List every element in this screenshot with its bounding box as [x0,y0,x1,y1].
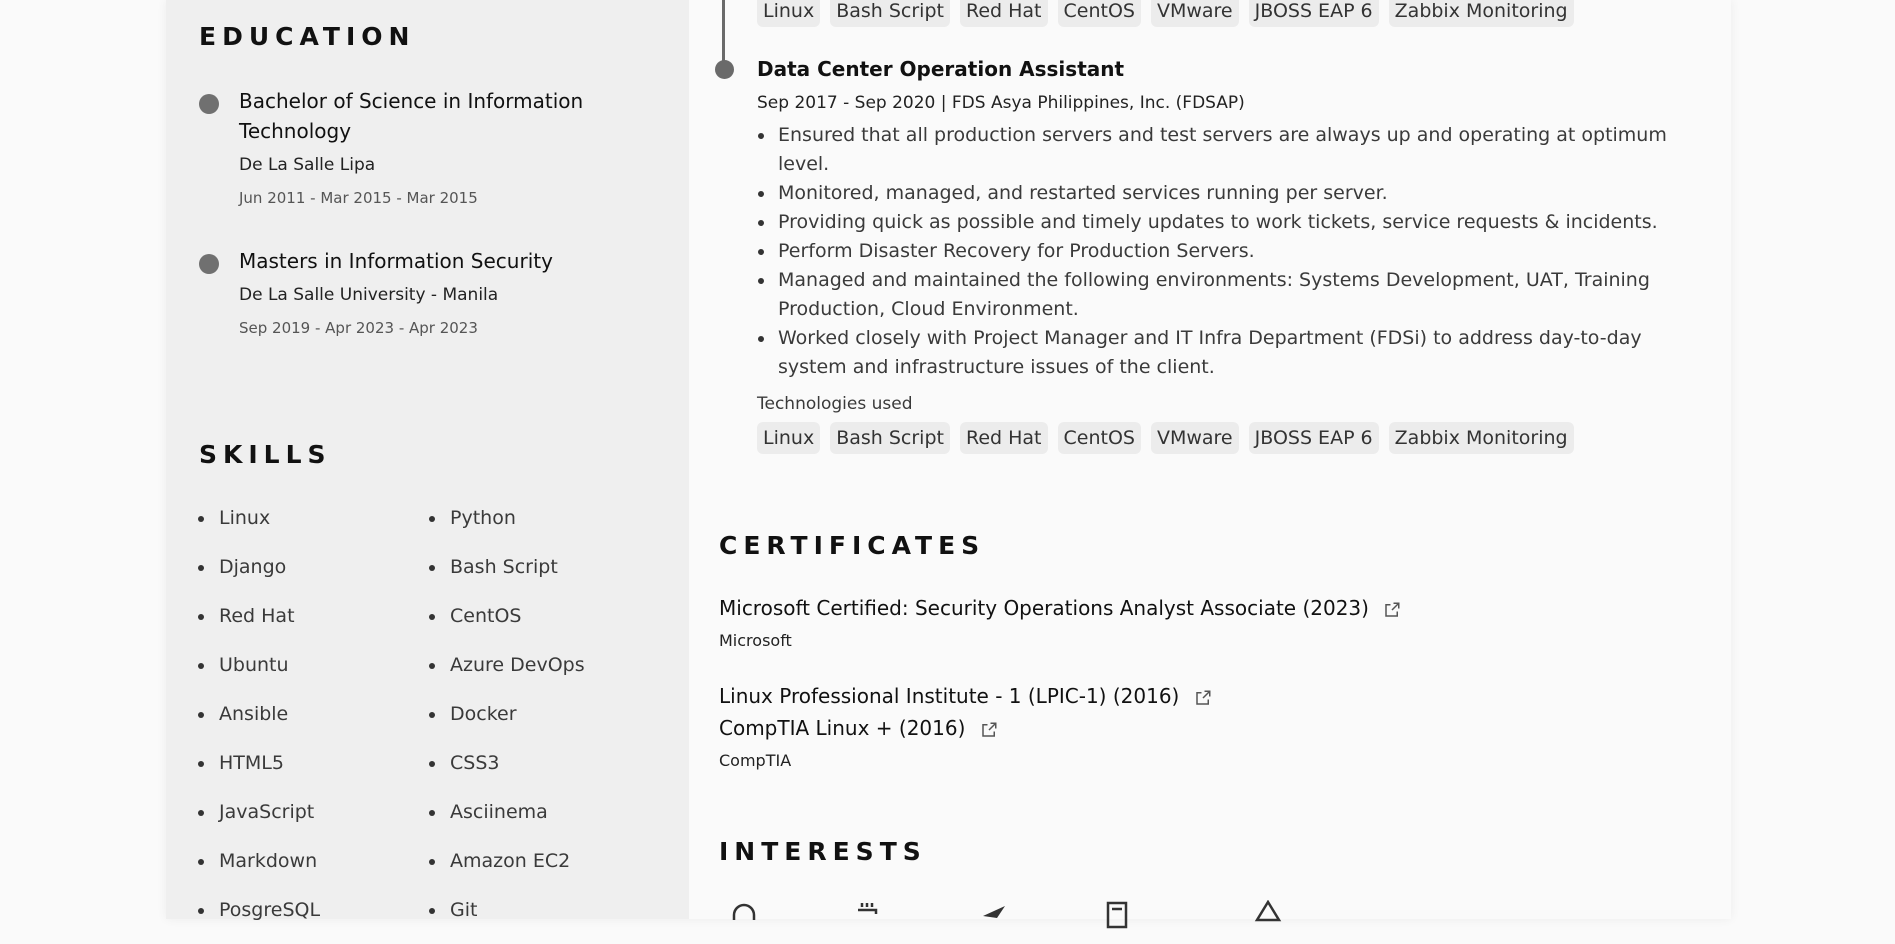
edu-school: De La Salle Lipa [239,155,376,175]
skill-item: Ansible [198,699,320,748]
interests-title: INTERESTS [719,837,927,866]
skill-item: Red Hat [198,601,320,650]
tech-tag: JBOSS EAP 6 [1248,0,1379,27]
certificate-issuer: Microsoft [719,631,792,650]
education-title: EDUCATION [199,22,416,51]
education-item: Bachelor of Science in Information Techn… [199,86,669,207]
skill-item: Git [429,895,585,944]
coffee-icon [858,903,878,914]
skill-item: JavaScript [198,797,320,846]
previous-job-tags: Linux Bash Script Red Hat CentOS VMware … [757,0,1574,27]
edu-dates: Jun 2011 - Mar 2015 - Mar 2015 [239,189,478,207]
timeline-dot [199,94,219,114]
airplane-icon [983,906,1005,918]
technologies-label: Technologies used [757,394,913,414]
certificate-name: CompTIA Linux + (2016) [719,716,966,740]
skills-list-col1: Linux Django Red Hat Ubuntu Ansible HTML… [198,503,320,944]
job-entry: Data Center Operation Assistant Sep 2017… [757,54,1707,454]
certificate-link[interactable]: CompTIA Linux + (2016) [719,716,998,740]
tech-tag: Linux [757,0,821,27]
tech-tag: Red Hat [959,422,1048,454]
edu-degree: Masters in Information Security [239,249,553,273]
external-link-icon[interactable] [1383,601,1401,619]
tech-tag: Bash Script [830,422,950,454]
edu-dates: Sep 2019 - Apr 2023 - Apr 2023 [239,319,478,337]
skills-title: SKILLS [199,440,332,469]
skill-item: Linux [198,503,320,552]
certificate-issuer: CompTIA [719,751,792,770]
tech-tag: VMware [1150,0,1239,27]
job-bullets: Ensured that all production servers and … [757,121,1707,382]
skill-item: HTML5 [198,748,320,797]
tech-tag: CentOS [1057,0,1141,27]
tech-tag: Linux [757,422,821,454]
education-item: Masters in Information Security De La Sa… [199,246,669,337]
job-title: Data Center Operation Assistant [757,57,1125,81]
timeline-line [722,0,725,64]
job-bullet: Providing quick as possible and timely u… [757,208,1707,237]
skill-item: Django [198,552,320,601]
tech-tag: Red Hat [959,0,1048,27]
timeline-dot [715,60,734,79]
job-tags: Linux Bash Script Red Hat CentOS VMware … [757,422,1707,454]
skill-item: Docker [429,699,585,748]
job-meta: Sep 2017 - Sep 2020 | FDS Asya Philippin… [757,93,1245,113]
skill-item: Ubuntu [198,650,320,699]
edu-school: De La Salle University - Manila [239,285,499,305]
tech-tag: Zabbix Monitoring [1388,422,1574,454]
headphones-icon [732,903,756,920]
skill-item: Asciinema [429,797,585,846]
certificate-link[interactable]: Linux Professional Institute - 1 (LPIC-1… [719,684,1212,708]
resume-page: EDUCATION Bachelor of Science in Informa… [166,0,1731,929]
skill-item: PosgreSQL [198,895,320,944]
external-link-icon[interactable] [980,721,998,739]
tech-tag: CentOS [1057,422,1141,454]
skill-item: Python [429,503,585,552]
certificate-link[interactable]: Microsoft Certified: Security Operations… [719,596,1401,620]
job-bullet: Managed and maintained the following env… [757,266,1707,324]
job-bullet: Perform Disaster Recovery for Production… [757,237,1707,266]
certificates-title: CERTIFICATES [719,531,986,560]
skills-list-col2: Python Bash Script CentOS Azure DevOps D… [429,503,585,944]
tech-tag: Bash Script [830,0,950,27]
sidebar: EDUCATION Bachelor of Science in Informa… [166,0,689,921]
edu-degree: Bachelor of Science in Information Techn… [239,89,584,143]
main-content: Linux Bash Script Red Hat CentOS VMware … [689,0,1731,929]
job-bullet: Monitored, managed, and restarted servic… [757,179,1707,208]
timeline-dot [199,254,219,274]
job-bullet: Ensured that all production servers and … [757,121,1707,179]
skill-item: CSS3 [429,748,585,797]
tech-tag: Zabbix Monitoring [1388,0,1574,27]
skill-item: Azure DevOps [429,650,585,699]
skill-item: CentOS [429,601,585,650]
certificate-name: Linux Professional Institute - 1 (LPIC-1… [719,684,1180,708]
skill-item: Bash Script [429,552,585,601]
book-icon [1106,901,1128,929]
sailboat-icon [1254,900,1282,922]
job-bullet: Worked closely with Project Manager and … [757,324,1707,382]
tech-tag: VMware [1150,422,1239,454]
certificate-name: Microsoft Certified: Security Operations… [719,596,1369,620]
external-link-icon[interactable] [1194,689,1212,707]
skill-item: Markdown [198,846,320,895]
tech-tag: JBOSS EAP 6 [1248,422,1379,454]
skill-item: Amazon EC2 [429,846,585,895]
